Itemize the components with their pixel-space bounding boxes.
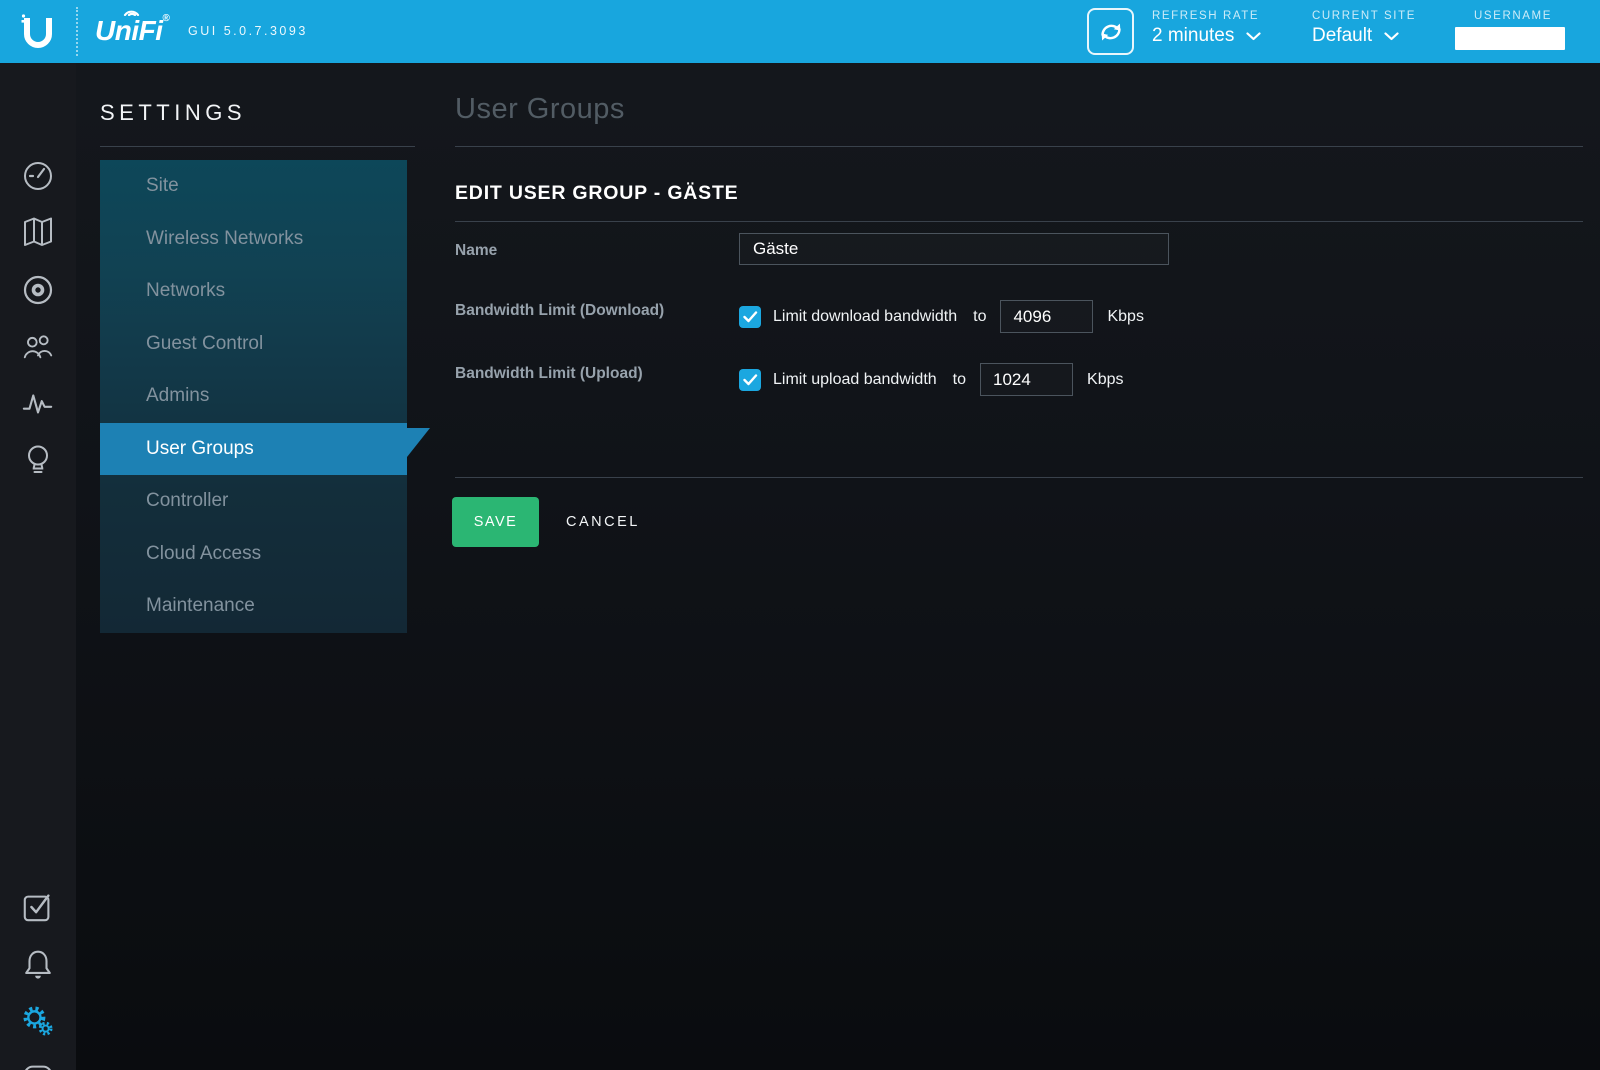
name-input[interactable] <box>739 233 1169 265</box>
map-icon[interactable] <box>21 215 55 249</box>
edit-user-group-heading: EDIT USER GROUP - GÄSTE <box>455 182 739 204</box>
upload-unit: Kbps <box>1087 370 1124 388</box>
trademark: ® <box>162 13 170 24</box>
nav-item-site[interactable]: Site <box>100 160 407 213</box>
nav-item-user-groups[interactable]: User Groups <box>100 422 430 475</box>
footer-divider <box>455 477 1583 478</box>
ubiquiti-logo[interactable] <box>0 0 76 63</box>
refresh-sync-icon <box>1100 23 1121 40</box>
download-checkbox-label[interactable]: Limit download bandwidth <box>773 308 957 326</box>
chevron-down-icon <box>1246 31 1261 40</box>
download-limit-label: Bandwidth Limit (Download) <box>455 302 665 319</box>
refresh-rate-value: 2 minutes <box>1152 25 1235 46</box>
name-label: Name <box>455 242 498 259</box>
username-label: USERNAME <box>1474 10 1552 22</box>
unifi-controller-screen: UniFi® GUI 5.0.7.3093 REFRESH RATE 2 min… <box>0 0 1600 1070</box>
refresh-rate-label: REFRESH RATE <box>1152 10 1260 22</box>
upload-to-text: to <box>952 370 967 388</box>
nav-item-wireless-networks[interactable]: Wireless Networks <box>100 213 407 266</box>
events-icon[interactable] <box>21 890 55 924</box>
checkmark-icon <box>742 373 757 385</box>
download-limit-row: Limit download bandwidth to Kbps <box>739 300 1144 333</box>
cancel-button[interactable]: CANCEL <box>566 497 640 547</box>
ubiquiti-u-icon <box>21 13 52 48</box>
current-site-group: CURRENT SITE Default <box>1312 10 1416 47</box>
username-group: USERNAME <box>1455 10 1571 50</box>
chevron-down-icon <box>1384 31 1399 40</box>
gui-version: GUI 5.0.7.3093 <box>188 24 308 38</box>
username-value-box[interactable] <box>1455 27 1565 50</box>
upload-limit-row: Limit upload bandwidth to Kbps <box>739 363 1123 396</box>
nav-item-maintenance[interactable]: Maintenance <box>100 580 407 633</box>
settings-nav-panel: Site Wireless Networks Networks Guest Co… <box>100 160 430 633</box>
alerts-icon[interactable] <box>21 947 55 981</box>
checkmark-icon <box>742 310 757 322</box>
statistics-icon[interactable] <box>21 386 55 420</box>
download-limit-input[interactable] <box>1000 300 1094 333</box>
current-site-label: CURRENT SITE <box>1312 10 1416 22</box>
icon-rail <box>0 63 76 1070</box>
refresh-rate-group: REFRESH RATE 2 minutes <box>1152 10 1261 47</box>
header-divider <box>76 7 78 56</box>
download-limit-checkbox[interactable] <box>739 305 761 328</box>
unifi-logo: UniFi® <box>95 13 170 46</box>
nav-item-controller[interactable]: Controller <box>100 475 407 528</box>
refresh-button[interactable] <box>1087 8 1134 55</box>
section-divider <box>455 221 1583 222</box>
upload-checkbox-label[interactable]: Limit upload bandwidth <box>773 371 937 389</box>
upload-limit-input[interactable] <box>980 363 1074 396</box>
nav-item-guest-control[interactable]: Guest Control <box>100 318 407 371</box>
top-header: UniFi® GUI 5.0.7.3093 REFRESH RATE 2 min… <box>0 0 1600 63</box>
page-title-divider <box>455 146 1583 147</box>
save-button[interactable]: SAVE <box>452 497 539 547</box>
current-site-value: Default <box>1312 25 1373 46</box>
devices-icon[interactable] <box>21 273 55 307</box>
wifi-arcs-icon <box>123 10 140 16</box>
settings-heading: SETTINGS <box>100 100 247 125</box>
nav-item-networks[interactable]: Networks <box>100 265 407 318</box>
settings-icon[interactable] <box>21 1004 55 1038</box>
download-unit: Kbps <box>1107 307 1144 325</box>
current-site-dropdown[interactable]: Default <box>1312 25 1416 47</box>
nav-item-cloud-access[interactable]: Cloud Access <box>100 528 407 581</box>
clients-icon[interactable] <box>21 329 55 363</box>
upload-limit-label: Bandwidth Limit (Upload) <box>455 365 643 382</box>
nav-item-admins[interactable]: Admins <box>100 370 407 423</box>
dashboard-icon[interactable] <box>21 159 55 193</box>
upload-limit-checkbox[interactable] <box>739 368 761 391</box>
chat-icon[interactable] <box>21 1060 55 1070</box>
insights-icon[interactable] <box>21 443 55 477</box>
settings-divider <box>100 146 415 147</box>
page-title: User Groups <box>455 93 625 125</box>
refresh-rate-dropdown[interactable]: 2 minutes <box>1152 25 1261 47</box>
download-to-text: to <box>973 307 987 325</box>
